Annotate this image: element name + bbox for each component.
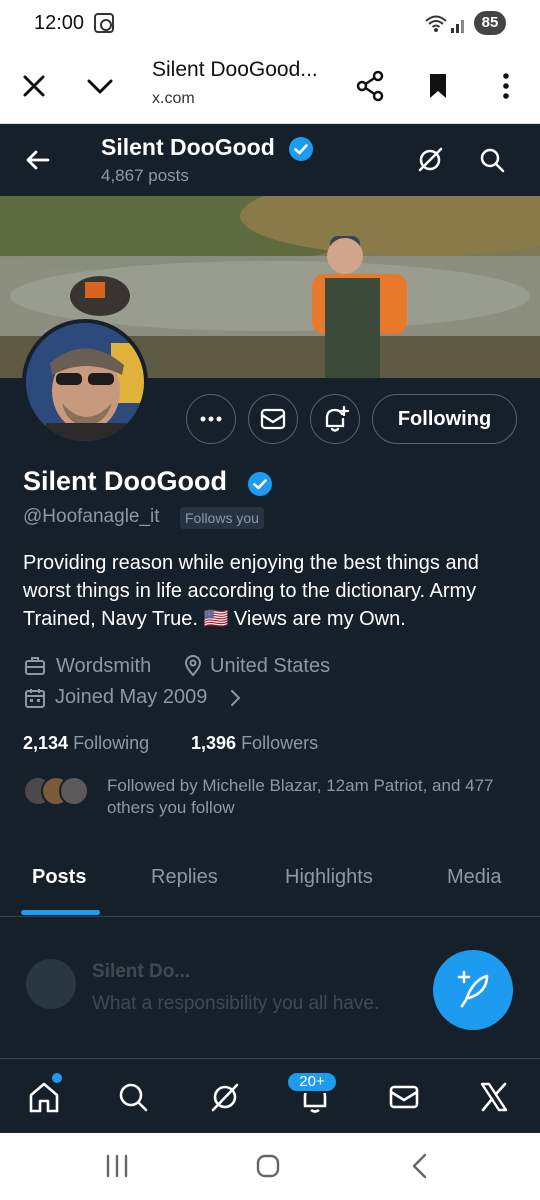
following-label: Following [73, 733, 150, 753]
followers-count-link[interactable]: 1,396 Followers [191, 733, 318, 754]
wifi-icon [425, 15, 447, 32]
grok-icon[interactable] [412, 142, 448, 178]
chevron-down-icon[interactable] [80, 66, 120, 106]
mail-icon[interactable] [386, 1079, 422, 1115]
search-icon[interactable] [115, 1079, 151, 1115]
bottom-navigation: 20+ [0, 1058, 540, 1133]
bell-plus-icon [325, 405, 350, 432]
avatar [26, 959, 76, 1009]
followers-count: 1,396 [191, 733, 237, 753]
mail-icon [260, 408, 286, 430]
header-name: Silent DooGood [101, 134, 275, 160]
back-icon[interactable] [400, 1146, 440, 1186]
close-icon[interactable] [14, 66, 54, 106]
bookmark-icon[interactable] [418, 66, 458, 106]
system-navigation-bar [0, 1133, 540, 1200]
more-vertical-icon[interactable] [486, 66, 526, 106]
follows-you-badge: Follows you [180, 507, 264, 529]
tab-replies[interactable]: Replies [151, 866, 218, 889]
grok-icon[interactable] [207, 1079, 243, 1115]
post-author: Silent Do... [92, 961, 191, 982]
message-button[interactable] [248, 394, 298, 444]
tab-highlights[interactable]: Highlights [285, 866, 373, 889]
verified-badge-icon [289, 137, 313, 161]
browser-page-title: Silent DooGood... [152, 58, 318, 81]
verified-badge-icon [248, 472, 272, 496]
profile-display-name: Silent DooGood [23, 466, 227, 496]
briefcase-icon [25, 657, 45, 675]
share-icon[interactable] [350, 66, 390, 106]
more-horizontal-icon [200, 416, 222, 422]
tab-media[interactable]: Media [447, 866, 501, 889]
unread-dot [52, 1073, 62, 1083]
post-count: 4,867 posts [101, 166, 189, 185]
avatar [59, 776, 89, 806]
browser-url[interactable]: x.com [152, 90, 195, 108]
recent-apps-icon[interactable] [97, 1146, 137, 1186]
more-options-button[interactable] [186, 394, 236, 444]
following-button[interactable]: Following [372, 394, 517, 444]
calendar-icon [25, 689, 45, 708]
profession: Wordsmith [56, 655, 152, 677]
clock: 12:00 [34, 12, 85, 34]
status-bar: 12:00 85 [0, 0, 540, 48]
notifications-button[interactable] [310, 394, 360, 444]
following-count-link[interactable]: 2,134 Following [23, 733, 149, 754]
followed-by-text[interactable]: Followed by Michelle Blazar, 12am Patrio… [107, 775, 527, 819]
feather-plus-icon [457, 970, 489, 1008]
signal-icon [451, 20, 464, 33]
avatar-photo [26, 323, 144, 441]
battery-indicator: 85 [474, 11, 506, 35]
following-count: 2,134 [23, 733, 69, 753]
back-arrow-icon[interactable] [18, 140, 58, 180]
location: United States [210, 655, 331, 677]
location-pin-icon [184, 655, 202, 677]
profile-handle: @Hoofanagle_it [23, 506, 160, 527]
post-text: What a responsibility you all have. [92, 993, 380, 1014]
home-icon[interactable] [26, 1079, 62, 1115]
x-logo-icon[interactable] [476, 1079, 512, 1115]
screen-record-icon [94, 13, 114, 33]
followers-label: Followers [241, 733, 319, 753]
tab-active-indicator [21, 910, 100, 915]
profile-avatar[interactable] [22, 319, 148, 445]
profile-bio: Providing reason while enjoying the best… [23, 552, 479, 630]
compose-post-button[interactable] [433, 950, 513, 1030]
search-icon[interactable] [474, 142, 510, 178]
chevron-right-icon[interactable] [226, 686, 246, 710]
home-button-icon[interactable] [248, 1146, 288, 1186]
joined-date[interactable]: Joined May 2009 [55, 686, 207, 709]
profile-top-bar: Silent DooGood 4,867 posts [0, 124, 540, 196]
notification-badge: 20+ [286, 1071, 338, 1093]
tab-posts[interactable]: Posts [32, 866, 86, 889]
browser-toolbar: Silent DooGood... x.com [0, 48, 540, 124]
